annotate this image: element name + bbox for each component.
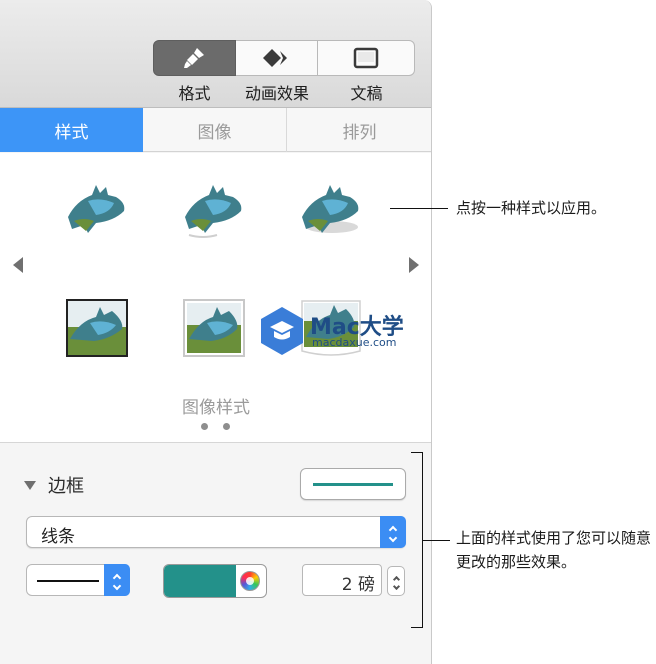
stroke-style-popup[interactable] bbox=[26, 564, 130, 596]
page-dot-1[interactable] bbox=[201, 423, 208, 430]
border-title: 边框 bbox=[48, 476, 84, 497]
tab-arrange[interactable]: 排列 bbox=[287, 108, 431, 152]
callout-line-edit bbox=[423, 540, 450, 541]
format-label: 格式 bbox=[178, 84, 211, 103]
style-thumbnail-2[interactable] bbox=[183, 181, 245, 239]
callout-edit-hint: 上面的样式使用了您可以随意更改的那些效果。 bbox=[456, 529, 652, 571]
line-type-value: 线条 bbox=[41, 527, 75, 547]
animate-label: 动画效果 bbox=[244, 84, 309, 103]
watermark-url: macdaxue.com bbox=[312, 336, 397, 349]
animate-button[interactable] bbox=[236, 40, 318, 76]
stroke-sample-line bbox=[37, 580, 99, 582]
border-header[interactable]: 边框 bbox=[24, 472, 84, 498]
border-color-well[interactable] bbox=[163, 564, 267, 598]
chevron-updown-icon[interactable] bbox=[104, 564, 130, 596]
style-thumbnail-5[interactable] bbox=[183, 299, 245, 357]
inspector-tabs: 样式 图像 排列 bbox=[0, 108, 431, 152]
border-section: 边框 线条 2 磅 bbox=[0, 444, 431, 664]
previous-page-arrow[interactable] bbox=[13, 257, 23, 273]
border-preview-line bbox=[313, 483, 393, 486]
tab-style[interactable]: 样式 bbox=[0, 108, 143, 152]
diamond-arrow-icon bbox=[262, 49, 287, 67]
border-width-stepper[interactable] bbox=[387, 566, 405, 596]
image-style-gallery: 图像样式 bbox=[0, 153, 431, 443]
chevron-updown-icon[interactable] bbox=[380, 516, 406, 548]
document-button[interactable] bbox=[318, 40, 415, 76]
inspector-toolbar: 格式 动画效果 文稿 bbox=[0, 0, 431, 108]
border-width-value: 2 磅 bbox=[341, 575, 375, 595]
tab-image[interactable]: 图像 bbox=[143, 108, 287, 152]
callout-bracket bbox=[411, 452, 423, 628]
disclosure-triangle-icon[interactable] bbox=[24, 480, 36, 490]
styles-caption: 图像样式 bbox=[182, 398, 250, 418]
style-thumbnail-4[interactable] bbox=[66, 299, 128, 357]
watermark: Mac大学 macdaxue.com bbox=[258, 305, 418, 357]
style-thumbnail-1[interactable] bbox=[66, 181, 128, 239]
document-icon bbox=[353, 47, 379, 69]
page-dot-2[interactable] bbox=[223, 423, 230, 430]
graduation-cap-logo-icon bbox=[261, 307, 303, 355]
line-type-popup[interactable]: 线条 bbox=[26, 516, 406, 548]
color-swatch[interactable] bbox=[164, 565, 236, 597]
border-width-field[interactable]: 2 磅 bbox=[302, 564, 382, 596]
callout-styles-hint: 点按一种样式以应用。 bbox=[456, 199, 607, 217]
next-page-arrow[interactable] bbox=[409, 257, 419, 273]
color-wheel-icon[interactable] bbox=[240, 571, 260, 591]
callout-line-styles bbox=[390, 208, 448, 209]
style-thumbnail-3[interactable] bbox=[300, 181, 362, 239]
paintbrush-icon bbox=[183, 48, 204, 68]
format-button[interactable] bbox=[153, 40, 236, 76]
border-style-preset-button[interactable] bbox=[300, 468, 406, 500]
document-label: 文稿 bbox=[350, 84, 383, 103]
